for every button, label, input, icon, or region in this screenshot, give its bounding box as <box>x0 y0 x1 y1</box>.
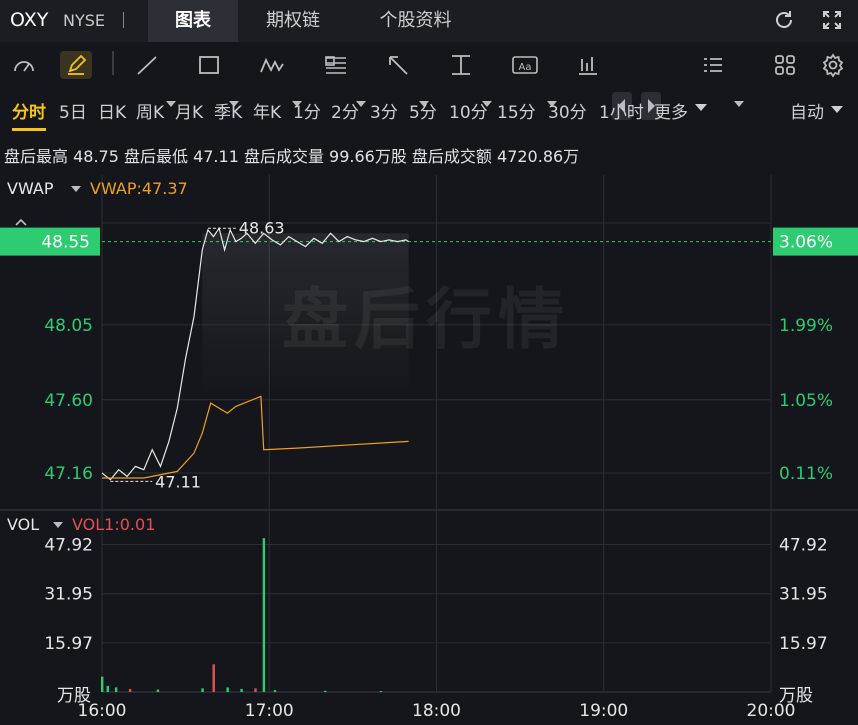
volume-tick-label: 47.92 <box>779 536 828 556</box>
volume-bar <box>240 688 243 692</box>
volume-bar <box>273 690 277 692</box>
vwap-value: VWAP:47.37 <box>90 179 188 198</box>
current-price-value: 48.55 <box>41 233 90 253</box>
price-tick-label: 47.16 <box>44 464 93 484</box>
volume-bar <box>128 688 132 692</box>
vwap-series-line <box>102 395 409 479</box>
volume-bars <box>101 538 383 693</box>
time-tick-label: 19:00 <box>579 701 628 721</box>
current-pct-value: 3.06% <box>779 233 833 253</box>
volume-bar <box>254 688 257 692</box>
volume-tick-label: 15.97 <box>44 634 93 654</box>
vol-value: VOL1:0.01 <box>72 515 156 534</box>
volume-tick-label: 31.95 <box>44 585 93 605</box>
collapse-chevron-icon[interactable] <box>14 212 28 231</box>
price-tick-label: 48.05 <box>44 316 93 336</box>
price-tick-label: 47.60 <box>44 391 93 411</box>
volume-bar <box>101 676 104 692</box>
volume-bar <box>156 689 160 692</box>
time-tick-label: 17:00 <box>245 701 294 721</box>
volume-bar <box>324 690 327 692</box>
volume-bar <box>114 687 118 692</box>
high-price-label: 48.63 <box>239 218 285 237</box>
vwap-caret-icon[interactable] <box>71 186 81 192</box>
pct-tick-label: 1.05% <box>779 391 833 411</box>
pct-tick-label: 0.11% <box>779 464 833 484</box>
volume-tick-label: 15.97 <box>779 634 828 654</box>
volume-bar <box>379 691 383 693</box>
volume-bar <box>201 688 204 692</box>
time-tick-label: 20:00 <box>747 701 796 721</box>
volume-bar <box>212 664 215 692</box>
vol-indicator-name[interactable]: VOL <box>7 515 39 534</box>
volume-tick-label: 47.92 <box>44 536 93 556</box>
time-tick-label: 16:00 <box>78 701 127 721</box>
volume-tick-label: 31.95 <box>779 585 828 605</box>
vwap-indicator-name[interactable]: VWAP <box>7 179 53 198</box>
low-price-label: 47.11 <box>155 472 201 491</box>
chart-canvas[interactable]: 48.63 47.11 48.55 3.06% 48.05 1.99% 47.60 1.05%… <box>0 0 858 725</box>
volume-bar <box>106 685 109 692</box>
volume-bar <box>226 687 229 692</box>
vol-caret-icon[interactable] <box>53 522 63 528</box>
watermark: 盘后行情 <box>282 281 570 358</box>
time-tick-label: 18:00 <box>412 701 461 721</box>
volume-bar <box>262 538 266 692</box>
pct-tick-label: 1.99% <box>779 316 833 336</box>
grid-lines <box>0 175 858 693</box>
